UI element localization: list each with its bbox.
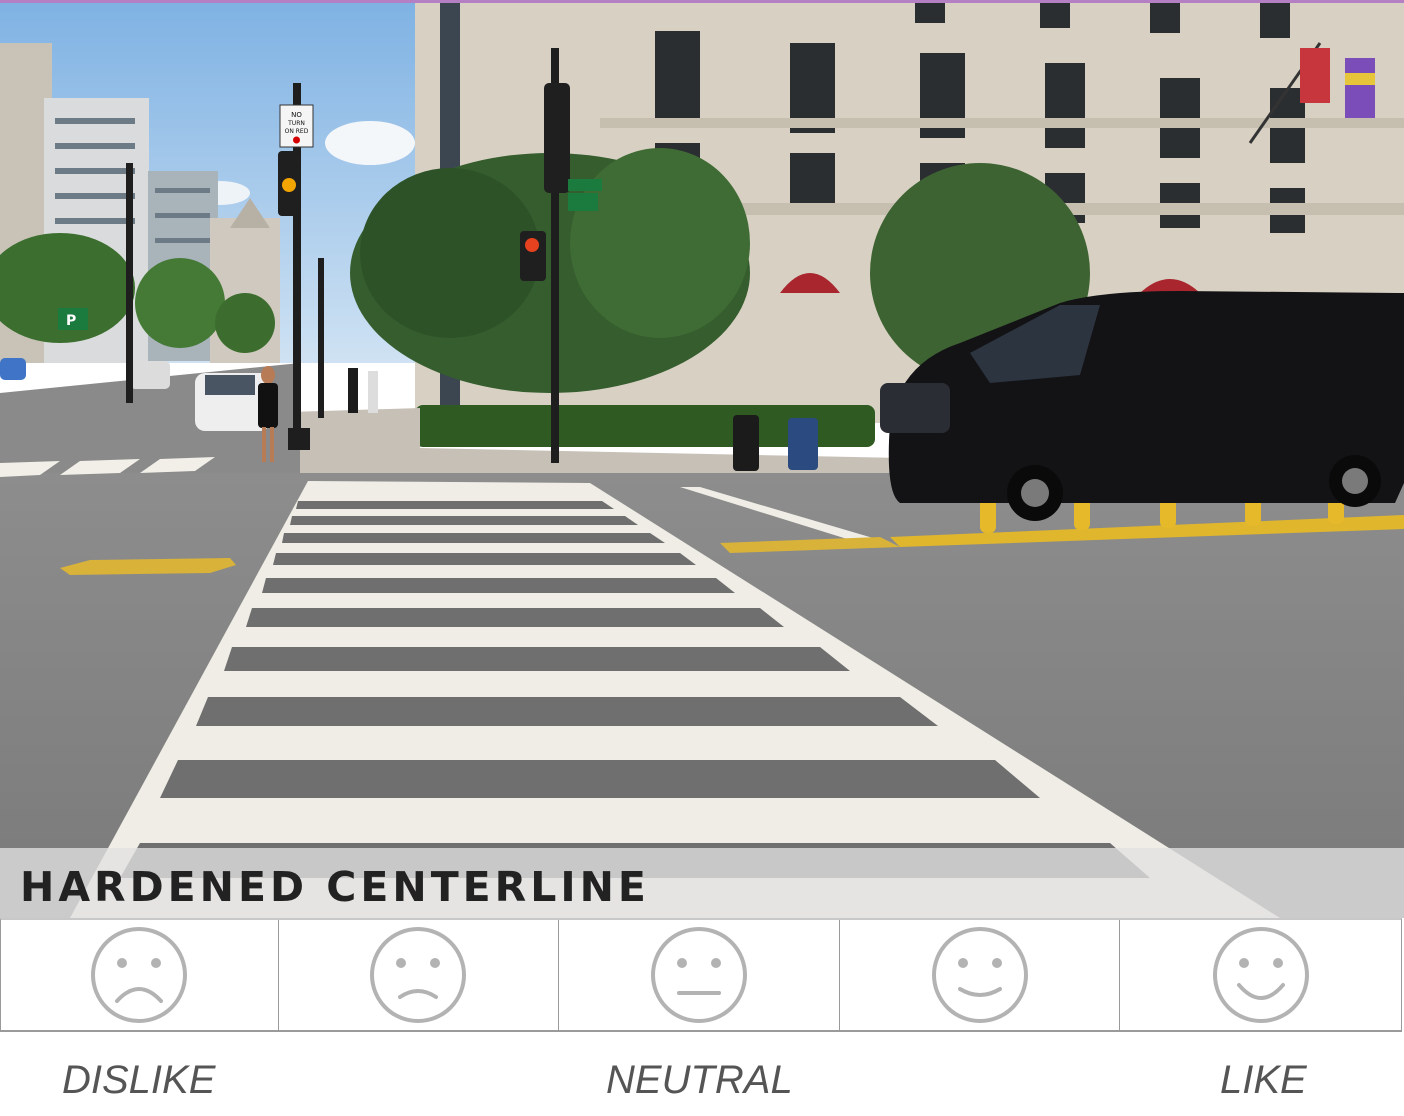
rating-option-1[interactable] — [1, 920, 279, 1030]
rating-option-5[interactable] — [1120, 920, 1401, 1030]
like-label: LIKE — [1220, 1058, 1307, 1102]
smiling-face-icon — [931, 927, 1028, 1023]
very-sad-face-icon — [91, 927, 188, 1023]
svg-text:ON RED: ON RED — [285, 128, 309, 135]
street-photo: NO TURN ON RED P — [0, 3, 1404, 918]
svg-text:TURN: TURN — [287, 120, 305, 127]
svg-text:P: P — [66, 313, 76, 329]
neutral-face-icon — [651, 927, 747, 1023]
rating-scale — [0, 918, 1402, 1032]
very-happy-face-icon — [1212, 927, 1309, 1023]
rating-option-2[interactable] — [279, 920, 560, 1030]
dislike-label: DISLIKE — [62, 1058, 216, 1102]
rating-option-3[interactable] — [559, 920, 840, 1030]
page-title: HARDENED CENTERLINE — [20, 863, 650, 911]
neutral-label: NEUTRAL — [606, 1058, 793, 1102]
svg-text:NO: NO — [291, 111, 302, 119]
rating-option-4[interactable] — [840, 920, 1121, 1030]
sad-face-icon — [370, 927, 467, 1023]
